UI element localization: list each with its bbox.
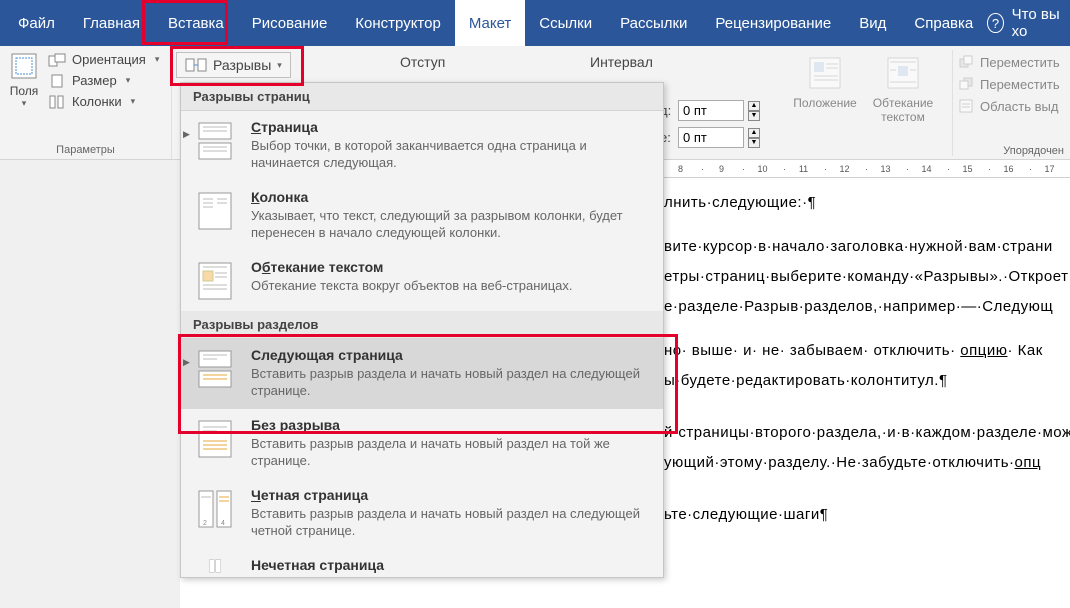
spacing-after-spinner[interactable]: ▲▼ [748, 128, 760, 148]
break-page-item[interactable]: ▶ Страница Выбор точки, в которой заканч… [181, 111, 663, 181]
tell-me-icon[interactable]: ? [987, 13, 1003, 33]
margins-icon [10, 52, 38, 80]
tab-draw[interactable]: Рисование [238, 0, 342, 46]
tab-design[interactable]: Конструктор [341, 0, 455, 46]
tab-layout[interactable]: Макет [455, 0, 525, 46]
interval-fields: д: ▲▼ е: ▲▼ [660, 100, 760, 148]
indent-label: Отступ [400, 54, 445, 70]
tell-me-text[interactable]: Что вы хо [1012, 6, 1066, 40]
group-page-setup: Поля ▾ Ориентация▾ Размер▾ Колонки▾ Пара… [0, 46, 172, 159]
group-arrange: Переместить Переместить Область выд [958, 54, 1060, 114]
tab-review[interactable]: Рецензирование [701, 0, 845, 46]
tab-references[interactable]: Ссылки [525, 0, 606, 46]
arrange-caption: Упорядочен [1003, 145, 1064, 157]
submenu-arrow-icon: ▶ [183, 357, 190, 368]
odd-page-break-icon [197, 559, 233, 573]
tab-mailings[interactable]: Рассылки [606, 0, 701, 46]
orientation-button[interactable]: Ориентация▾ [48, 52, 159, 67]
document-gutter [0, 160, 180, 608]
interval-label: Интервал [590, 54, 653, 70]
document-area[interactable]: лнить·следующие:·¶ вите·курсор·в·начало·… [660, 180, 1070, 608]
svg-text:2: 2 [203, 520, 207, 527]
column-break-icon [197, 191, 233, 231]
selection-pane-button[interactable]: Область выд [958, 98, 1060, 114]
position-icon [806, 54, 844, 92]
breaks-button[interactable]: Разрывы ▾ [176, 52, 291, 78]
tab-help[interactable]: Справка [900, 0, 987, 46]
spacing-after-input[interactable] [678, 127, 744, 148]
break-continuous-item[interactable]: Без разрыва Вставить разрыв раздела и на… [181, 409, 663, 479]
dropdown-header-section-breaks: Разрывы разделов [181, 311, 663, 339]
dropdown-header-page-breaks: Разрывы страниц [181, 83, 663, 111]
size-icon [48, 74, 66, 88]
group-position: Положение Обтекание текстом [786, 50, 953, 156]
doc-line: й·страницы·второго·раздела,·и·в·каждом·р… [664, 418, 1066, 448]
send-backward-icon [958, 76, 974, 92]
send-backward-button[interactable]: Переместить [958, 76, 1060, 92]
tab-insert[interactable]: Вставка [154, 0, 238, 46]
even-page-break-icon: 24 [197, 489, 233, 529]
doc-line: етры·страниц·выберите·команду·«Разрывы».… [664, 262, 1066, 292]
break-odd-page-item[interactable]: Нечетная страница [181, 549, 663, 577]
breaks-icon [185, 58, 207, 72]
columns-icon [48, 95, 66, 109]
spacing-before-spinner[interactable]: ▲▼ [748, 101, 760, 121]
orientation-icon [48, 53, 66, 67]
spacing-before-input[interactable] [678, 100, 744, 121]
doc-line: но· выше· и· не· забываем· отключить· оп… [664, 336, 1066, 366]
breaks-dropdown: Разрывы страниц ▶ Страница Выбор точки, … [180, 82, 664, 578]
doc-line: е·разделе·Разрыв·разделов,·например·—·Сл… [664, 292, 1066, 322]
selection-pane-icon [958, 98, 974, 114]
break-textwrap-item[interactable]: Обтекание текстом Обтекание текста вокру… [181, 251, 663, 311]
position-button[interactable]: Положение [786, 50, 864, 156]
break-even-page-item[interactable]: 24 Четная страница Вставить разрыв разде… [181, 479, 663, 549]
wrap-text-button[interactable]: Обтекание текстом [864, 50, 942, 156]
wrap-text-icon [884, 54, 922, 92]
bring-forward-button[interactable]: Переместить [958, 54, 1060, 70]
doc-line: ы·будете·редактировать·колонтитул.¶ [664, 366, 1066, 396]
doc-line: ьте·следующие·шаги¶ [664, 500, 1066, 530]
margins-button[interactable]: Поля ▾ [6, 50, 42, 109]
doc-line: вите·курсор·в·начало·заголовка·нужной·ва… [664, 232, 1066, 262]
columns-button[interactable]: Колонки▾ [48, 94, 159, 109]
page-setup-caption: Параметры [6, 144, 165, 159]
title-bar: Файл Главная Вставка Рисование Конструкт… [0, 0, 1070, 46]
doc-line: лнить·следующие:·¶ [664, 188, 1066, 218]
next-page-break-icon [197, 349, 233, 389]
doc-line: ующий·этому·разделу.·Не·забудьте·отключи… [664, 448, 1066, 478]
tab-file[interactable]: Файл [4, 0, 69, 46]
break-column-item[interactable]: Колонка Указывает, что текст, следующий … [181, 181, 663, 251]
bring-forward-icon [958, 54, 974, 70]
svg-text:4: 4 [221, 520, 225, 527]
submenu-arrow-icon: ▶ [183, 129, 190, 140]
textwrap-break-icon [197, 261, 233, 301]
ruler[interactable]: 8 9 10 11 12 13 14 15 16 17 [660, 160, 1070, 178]
size-button[interactable]: Размер▾ [48, 73, 159, 88]
continuous-break-icon [197, 419, 233, 459]
break-next-page-item[interactable]: ▶ Следующая страница Вставить разрыв раз… [181, 339, 663, 409]
page-break-icon [197, 121, 233, 161]
tab-home[interactable]: Главная [69, 0, 154, 46]
tab-view[interactable]: Вид [845, 0, 900, 46]
